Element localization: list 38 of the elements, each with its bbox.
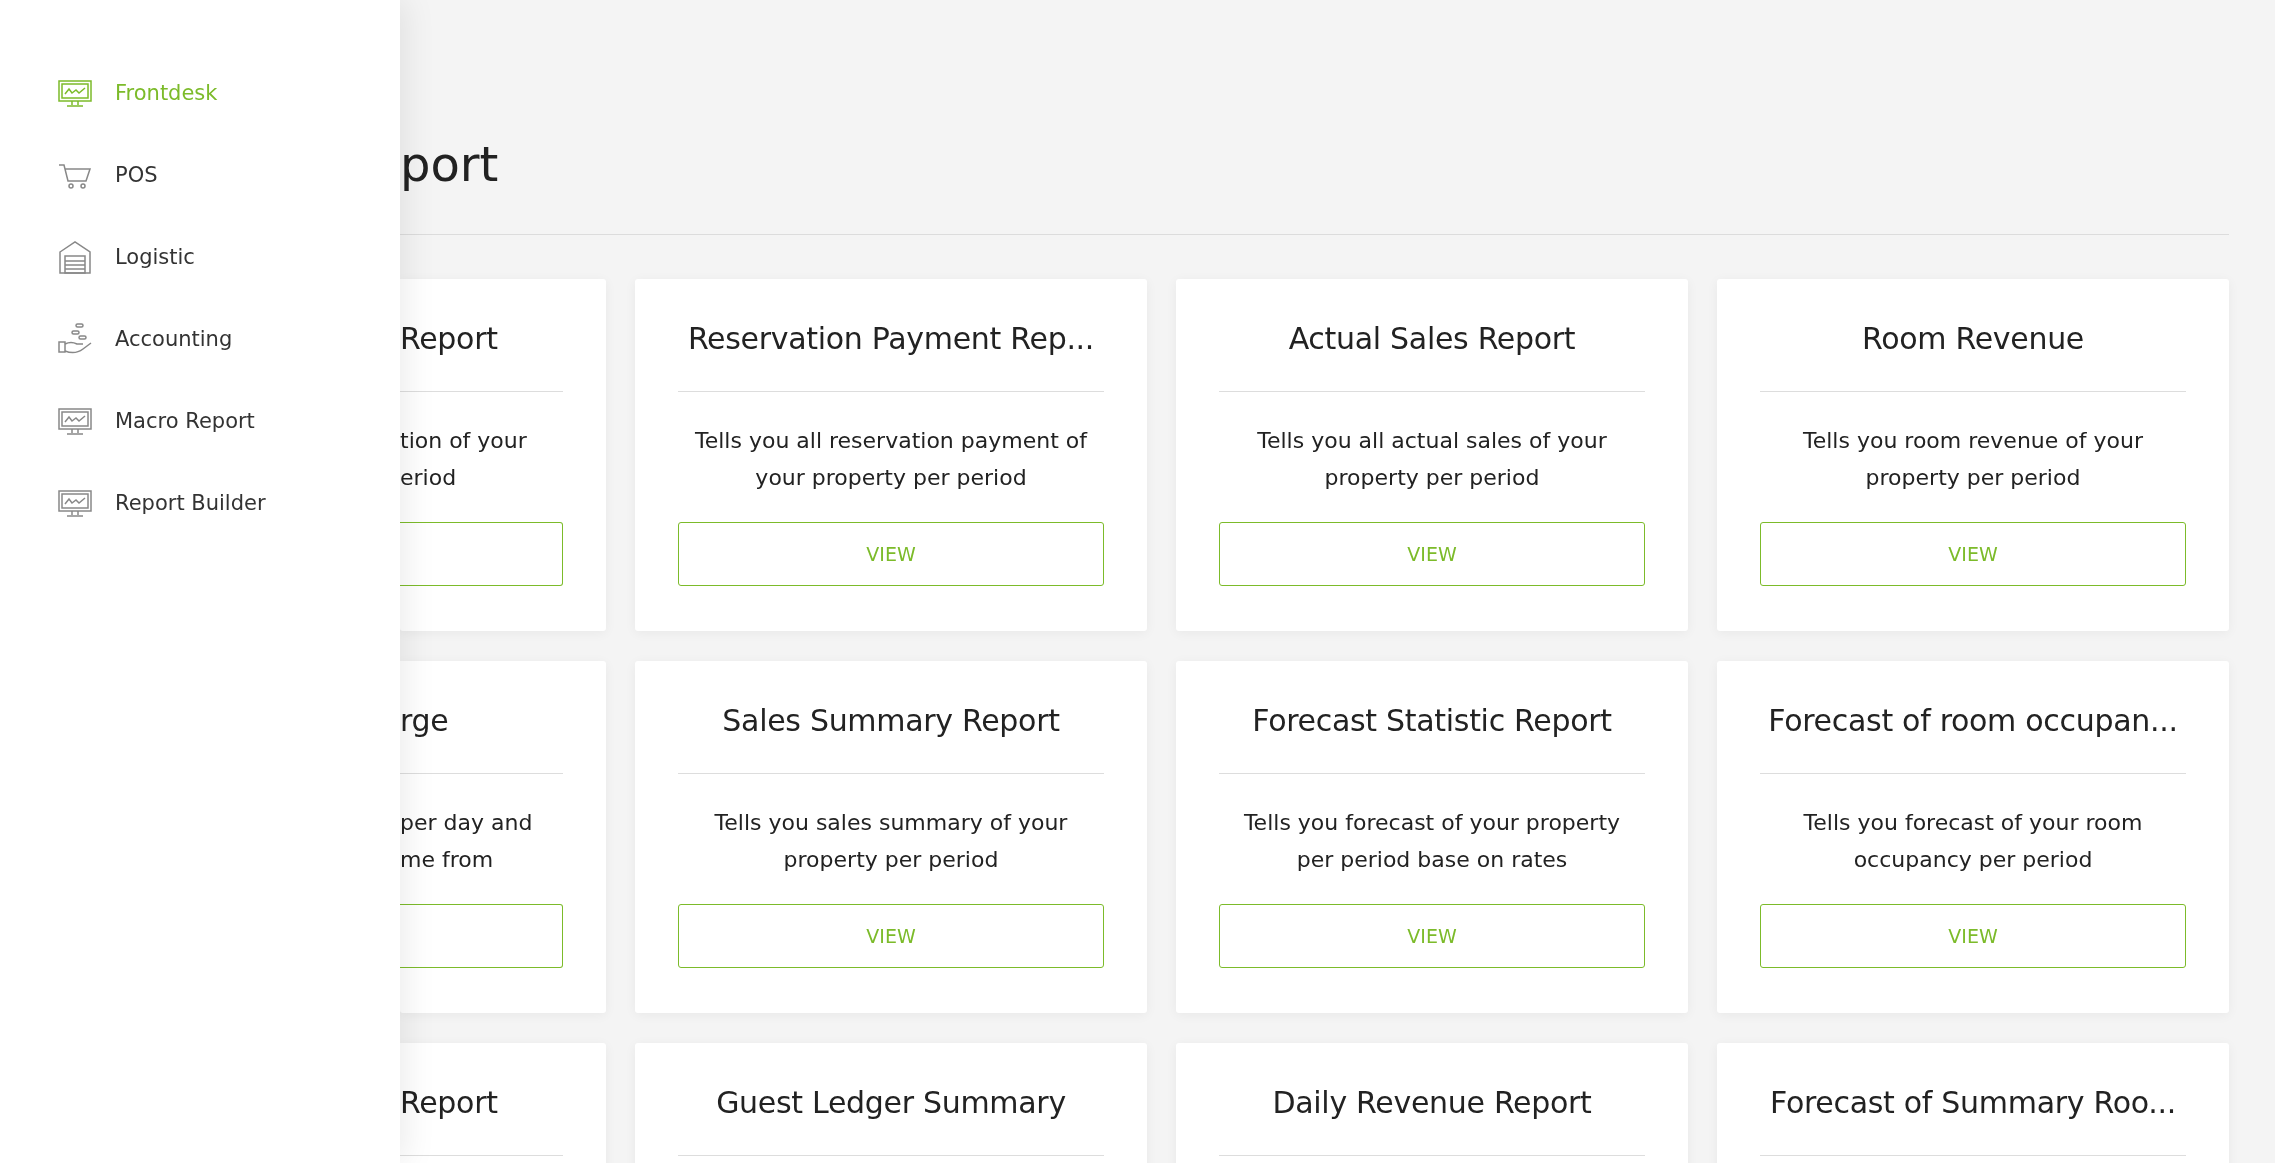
sidebar-item[interactable]: Frontdesk: [0, 52, 400, 134]
sidebar-item[interactable]: Logistic: [0, 216, 400, 298]
card-title: Guest Ledger Summary: [678, 1079, 1104, 1156]
card-title: Room Revenue: [1760, 315, 2186, 392]
card-title: Reservation Payment Rep...: [678, 315, 1104, 392]
view-button[interactable]: [400, 522, 563, 586]
card-title: rge: [400, 697, 563, 774]
sidebar-item[interactable]: Report Builder: [0, 462, 400, 544]
card-title: Sales Summary Report: [678, 697, 1104, 774]
card-description: eriod: [400, 464, 458, 492]
card-title: Daily Revenue Report: [1219, 1079, 1645, 1156]
view-button[interactable]: VIEW: [1760, 522, 2186, 586]
view-button[interactable]: VIEW: [1219, 904, 1645, 968]
card-description: Tells you forecast of your room occupancy per period: [1802, 809, 2144, 874]
card-title: Report: [400, 315, 563, 392]
card-title: Report: [400, 1079, 563, 1156]
view-button[interactable]: VIEW: [1760, 904, 2186, 968]
sidebar-item[interactable]: POS: [0, 134, 400, 216]
card-title: Forecast Statistic Report: [1219, 697, 1645, 774]
card-description: Tells you all reservation payment of your property per period: [694, 427, 1089, 492]
card-title: Forecast of room occupan...: [1760, 697, 2186, 774]
view-button[interactable]: VIEW: [678, 522, 1104, 586]
card-description: tion of your: [400, 427, 528, 455]
card-description: Tells you sales summary of your property per period: [713, 809, 1069, 874]
card-title: Actual Sales Report: [1219, 315, 1645, 392]
card-description: Tells you forecast of your property per period base on rates: [1242, 809, 1622, 874]
card-description: me from: [400, 846, 495, 874]
card-description: per day and: [400, 809, 534, 837]
card-description: Tells you all actual sales of your property per period: [1256, 427, 1608, 492]
card-title: Forecast of Summary Roo...: [1760, 1079, 2186, 1156]
warehouse-icon: [57, 239, 93, 275]
card-description: Tells you room revenue of your property per period: [1802, 427, 2144, 492]
sidebar-item[interactable]: Accounting: [0, 298, 400, 380]
page-title: port: [400, 0, 2229, 235]
view-button[interactable]: [400, 904, 563, 968]
view-button[interactable]: VIEW: [678, 904, 1104, 968]
view-button[interactable]: VIEW: [1219, 522, 1645, 586]
sidebar-item[interactable]: Macro Report: [0, 380, 400, 462]
